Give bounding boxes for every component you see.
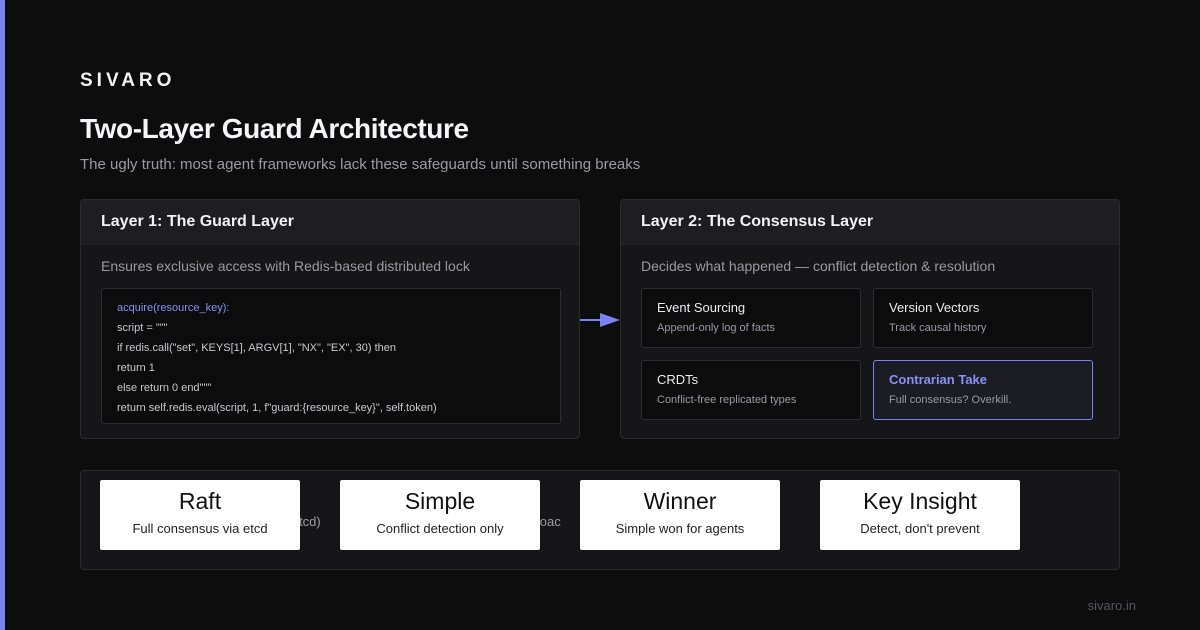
card-title: Contrarian Take — [889, 372, 988, 387]
card-subtitle: Conflict-free replicated types — [657, 394, 797, 406]
consensus-layer-description: Decides what happened — conflict detecti… — [641, 258, 996, 274]
stat-card-raft: Raft Full consensus via etcd — [100, 480, 300, 550]
accent-bar — [0, 0, 5, 630]
stat-title: Raft — [178, 488, 222, 514]
stat-subtitle: Simple won for agents — [615, 521, 745, 536]
stat-title: Key Insight — [863, 488, 977, 514]
code-line: else return 0 end""" — [117, 382, 212, 394]
card-subtitle: Append-only log of facts — [657, 322, 776, 334]
consensus-layer-heading: Layer 2: The Consensus Layer — [621, 200, 1119, 245]
card-subtitle: Full consensus? Overkill. — [889, 394, 1012, 406]
guard-layer-heading: Layer 1: The Guard Layer — [81, 200, 579, 245]
card-title: CRDTs — [657, 372, 699, 387]
code-block: acquire(resource_key): script = """ if r… — [101, 288, 561, 424]
stat-title: Winner — [643, 488, 717, 514]
code-line: return self.redis.eval(script, 1, f"guar… — [117, 402, 437, 414]
page-title: Two-Layer Guard Architecture — [80, 113, 469, 144]
guard-layer-description: Ensures exclusive access with Redis-base… — [101, 258, 470, 274]
card-title: Event Sourcing — [657, 300, 746, 315]
code-line: return 1 — [117, 362, 155, 374]
stat-card-key-insight: Key Insight Detect, don't prevent — [820, 480, 1020, 550]
stat-subtitle: Conflict detection only — [376, 521, 504, 536]
card-crdts: CRDTs Conflict-free replicated types — [641, 360, 861, 420]
brand-logo: SIVARO — [80, 70, 176, 91]
card-title: Version Vectors — [889, 300, 980, 315]
stat-card-simple: Simple Conflict detection only — [340, 480, 540, 550]
consensus-layer-panel: Layer 2: The Consensus Layer Decides wha… — [620, 199, 1120, 439]
stat-subtitle: Full consensus via etcd — [132, 521, 268, 536]
card-event-sourcing: Event Sourcing Append-only log of facts — [641, 288, 861, 348]
page-subtitle: The ugly truth: most agent frameworks la… — [80, 156, 641, 173]
card-contrarian-take: Contrarian Take Full consensus? Overkill… — [873, 360, 1093, 420]
stat-title: Simple — [404, 488, 476, 514]
card-version-vectors: Version Vectors Track causal history — [873, 288, 1093, 348]
code-line: acquire(resource_key): — [117, 302, 230, 314]
guard-layer-panel: Layer 1: The Guard Layer Ensures exclusi… — [80, 199, 580, 439]
code-line: if redis.call("set", KEYS[1], ARGV[1], "… — [117, 342, 396, 354]
stat-subtitle: Detect, don't prevent — [860, 521, 980, 536]
footer-url: sivaro.in — [1087, 598, 1136, 613]
stat-card-winner: Winner Simple won for agents — [580, 480, 780, 550]
arrow-right-icon — [580, 313, 620, 327]
card-subtitle: Track causal history — [889, 322, 987, 334]
code-line: script = """ — [117, 322, 168, 334]
